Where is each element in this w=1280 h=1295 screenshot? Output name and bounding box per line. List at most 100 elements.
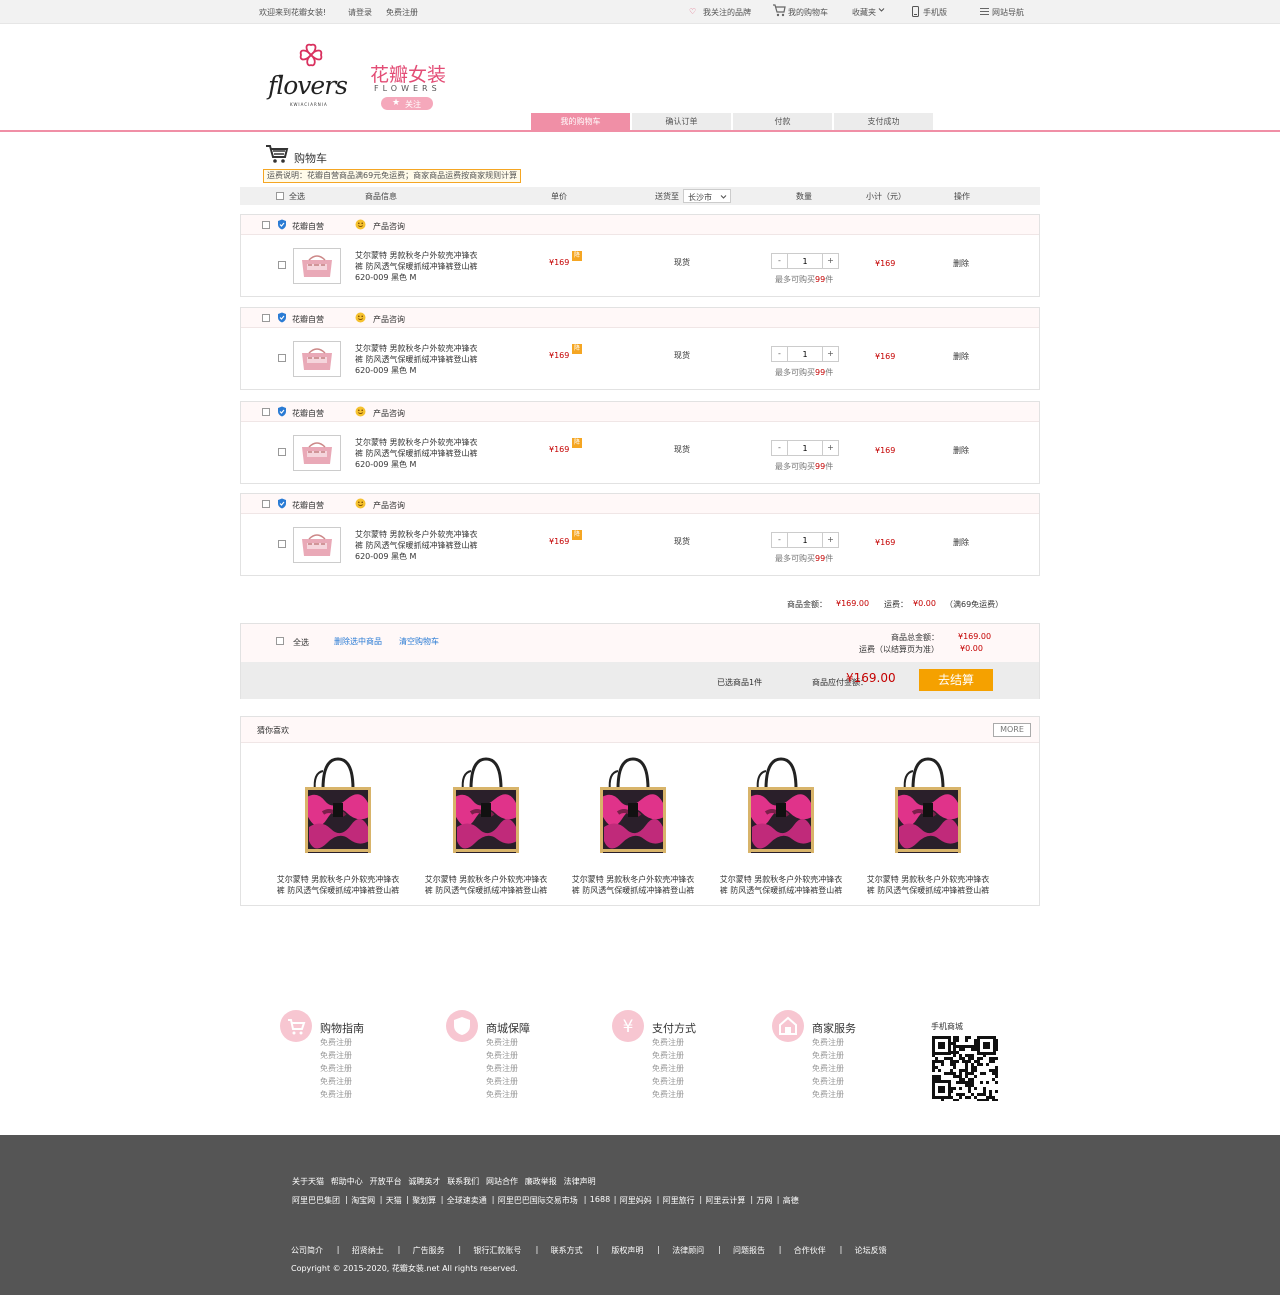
- brands-link[interactable]: 我关注的品牌: [703, 7, 751, 18]
- footer-link[interactable]: 开放平台: [370, 1176, 402, 1187]
- delete-link[interactable]: 删除: [953, 351, 969, 362]
- shop-name[interactable]: 花瓣自营: [292, 221, 324, 232]
- item-checkbox[interactable]: [278, 354, 286, 362]
- footer-link[interactable]: 高德: [783, 1195, 799, 1206]
- shop-name[interactable]: 花瓣自营: [292, 500, 324, 511]
- help-link[interactable]: 免费注册: [812, 1063, 844, 1074]
- shop-checkbox[interactable]: [262, 314, 270, 322]
- help-link[interactable]: 免费注册: [812, 1050, 844, 1061]
- help-link[interactable]: 免费注册: [486, 1037, 518, 1048]
- help-link[interactable]: 免费注册: [652, 1063, 684, 1074]
- help-link[interactable]: 免费注册: [320, 1089, 352, 1100]
- item-checkbox[interactable]: [278, 261, 286, 269]
- help-link[interactable]: 免费注册: [652, 1089, 684, 1100]
- footer-link[interactable]: 法律顾问: [672, 1245, 704, 1256]
- footer-link[interactable]: 论坛反馈: [855, 1245, 887, 1256]
- shop-checkbox[interactable]: [262, 500, 270, 508]
- footer-link[interactable]: 1688: [590, 1195, 610, 1204]
- help-link[interactable]: 免费注册: [812, 1037, 844, 1048]
- help-link[interactable]: 免费注册: [486, 1076, 518, 1087]
- product-name-line1[interactable]: 艾尔蒙特 男款秋冬户外软壳冲锋衣: [355, 343, 478, 354]
- footer-link[interactable]: 万网: [756, 1195, 772, 1206]
- footer-link[interactable]: 广告服务: [413, 1245, 445, 1256]
- mobile-link[interactable]: 手机版: [923, 7, 947, 18]
- quantity-input[interactable]: [788, 254, 822, 268]
- favorites-link[interactable]: 收藏夹: [852, 7, 876, 18]
- consult-link[interactable]: 产品咨询: [373, 221, 405, 232]
- shop-checkbox[interactable]: [262, 221, 270, 229]
- recommend-item-name[interactable]: 艾尔蒙特 男款秋冬户外软壳冲锋衣裤 防风透气保暖抓绒冲锋裤登山裤: [716, 874, 846, 896]
- help-link[interactable]: 免费注册: [812, 1076, 844, 1087]
- footer-link[interactable]: 淘宝网: [351, 1195, 375, 1206]
- recommend-item-name[interactable]: 艾尔蒙特 男款秋冬户外软壳冲锋衣裤 防风透气保暖抓绒冲锋裤登山裤: [273, 874, 403, 896]
- footer-link[interactable]: 问题报告: [733, 1245, 765, 1256]
- minus-button[interactable]: -: [772, 254, 788, 268]
- quantity-input[interactable]: [788, 533, 822, 547]
- footer-link[interactable]: 阿里云计算: [705, 1195, 745, 1206]
- footer-link[interactable]: 公司简介: [291, 1245, 323, 1256]
- footer-link[interactable]: 阿里巴巴集团: [292, 1195, 340, 1206]
- footer-link[interactable]: 阿里旅行: [663, 1195, 695, 1206]
- footer-link[interactable]: 联系方式: [551, 1245, 583, 1256]
- footer-link[interactable]: 廉政举报: [525, 1176, 557, 1187]
- help-link[interactable]: 免费注册: [652, 1050, 684, 1061]
- shop-checkbox[interactable]: [262, 408, 270, 416]
- shop-name[interactable]: 花瓣自营: [292, 408, 324, 419]
- help-link[interactable]: 免费注册: [320, 1076, 352, 1087]
- consult-link[interactable]: 产品咨询: [373, 314, 405, 325]
- shop-name[interactable]: 花瓣自营: [292, 314, 324, 325]
- footer-link[interactable]: 关于天猫: [292, 1176, 324, 1187]
- flovers-logo[interactable]: flovers KWIACIARNIA: [268, 40, 358, 108]
- delete-link[interactable]: 删除: [953, 445, 969, 456]
- clear-cart-link[interactable]: 清空购物车: [399, 636, 439, 647]
- plus-button[interactable]: +: [822, 533, 838, 547]
- help-link[interactable]: 免费注册: [652, 1037, 684, 1048]
- footer-link[interactable]: 全球速卖通: [447, 1195, 487, 1206]
- quantity-input[interactable]: [788, 347, 822, 361]
- more-button[interactable]: MORE: [993, 723, 1031, 737]
- register-link[interactable]: 免费注册: [386, 7, 418, 18]
- plus-button[interactable]: +: [822, 254, 838, 268]
- product-name-line2[interactable]: 裤 防风透气保暖抓绒冲锋裤登山裤: [355, 540, 478, 551]
- select-all-checkbox[interactable]: [276, 192, 284, 200]
- help-link[interactable]: 免费注册: [812, 1089, 844, 1100]
- help-link[interactable]: 免费注册: [486, 1050, 518, 1061]
- product-name-line1[interactable]: 艾尔蒙特 男款秋冬户外软壳冲锋衣: [355, 437, 478, 448]
- site-nav-link[interactable]: 网站导航: [992, 7, 1024, 18]
- help-link[interactable]: 免费注册: [486, 1089, 518, 1100]
- footer-link[interactable]: 招贤纳士: [352, 1245, 384, 1256]
- plus-button[interactable]: +: [822, 441, 838, 455]
- follow-button[interactable]: ★ 关注: [381, 97, 433, 110]
- recommend-item-name[interactable]: 艾尔蒙特 男款秋冬户外软壳冲锋衣裤 防风透气保暖抓绒冲锋裤登山裤: [568, 874, 698, 896]
- delete-link[interactable]: 删除: [953, 537, 969, 548]
- help-link[interactable]: 免费注册: [320, 1050, 352, 1061]
- item-checkbox[interactable]: [278, 540, 286, 548]
- quantity-input[interactable]: [788, 441, 822, 455]
- help-link[interactable]: 免费注册: [486, 1063, 518, 1074]
- footer-link[interactable]: 帮助中心: [331, 1176, 363, 1187]
- footer-link[interactable]: 诚聘英才: [408, 1176, 440, 1187]
- delete-link[interactable]: 删除: [953, 258, 969, 269]
- login-link[interactable]: 请登录: [348, 7, 372, 18]
- minus-button[interactable]: -: [772, 533, 788, 547]
- footer-link[interactable]: 天猫: [386, 1195, 402, 1206]
- footer-link[interactable]: 合作伙伴: [794, 1245, 826, 1256]
- footer-link[interactable]: 银行汇款账号: [473, 1245, 521, 1256]
- help-link[interactable]: 免费注册: [320, 1037, 352, 1048]
- help-link[interactable]: 免费注册: [320, 1063, 352, 1074]
- product-name-line2[interactable]: 裤 防风透气保暖抓绒冲锋裤登山裤: [355, 261, 478, 272]
- checkout-button[interactable]: 去结算: [919, 669, 993, 691]
- recommend-item-name[interactable]: 艾尔蒙特 男款秋冬户外软壳冲锋衣裤 防风透气保暖抓绒冲锋裤登山裤: [421, 874, 551, 896]
- footer-link[interactable]: 阿里妈妈: [620, 1195, 652, 1206]
- product-name-line1[interactable]: 艾尔蒙特 男款秋冬户外软壳冲锋衣: [355, 529, 478, 540]
- footer-link[interactable]: 网站合作: [486, 1176, 518, 1187]
- footer-link[interactable]: 法律声明: [564, 1176, 596, 1187]
- city-select[interactable]: 长沙市: [683, 189, 731, 203]
- consult-link[interactable]: 产品咨询: [373, 500, 405, 511]
- product-thumbnail[interactable]: [293, 248, 341, 284]
- product-name-line2[interactable]: 裤 防风透气保暖抓绒冲锋裤登山裤: [355, 448, 478, 459]
- delete-selected-link[interactable]: 删除选中商品: [334, 636, 382, 647]
- my-cart-link[interactable]: 我的购物车: [788, 7, 828, 18]
- minus-button[interactable]: -: [772, 347, 788, 361]
- product-name-line2[interactable]: 裤 防风透气保暖抓绒冲锋裤登山裤: [355, 354, 478, 365]
